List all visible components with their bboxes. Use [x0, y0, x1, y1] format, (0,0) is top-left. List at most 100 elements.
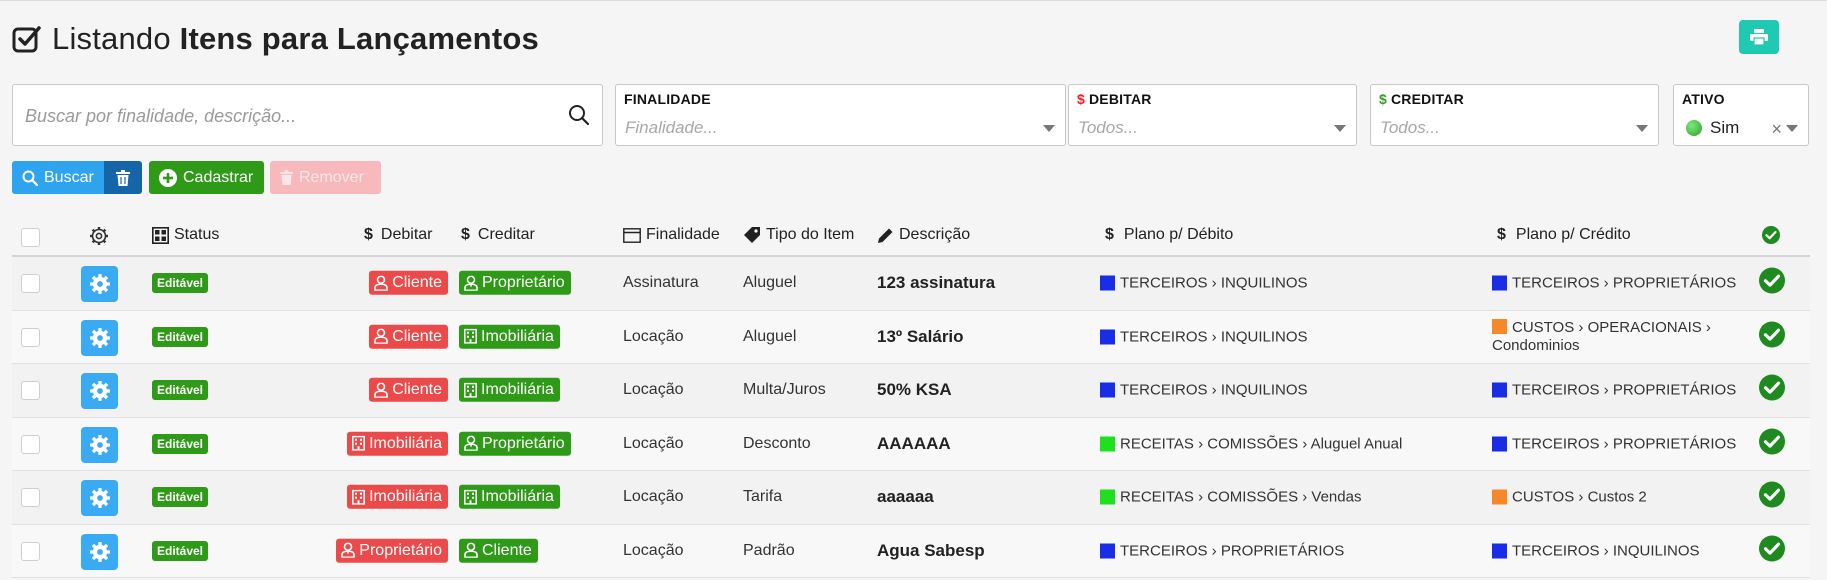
column-tipo[interactable]: Tipo do Item [743, 226, 854, 244]
table-row[interactable]: Editável Cliente Imobiliária Locação Mul… [12, 364, 1810, 418]
finalidade-cell: Locação [623, 327, 684, 345]
column-creditar[interactable]: $ Creditar [461, 226, 535, 244]
row-settings-button[interactable] [81, 533, 118, 570]
column-active[interactable] [1762, 226, 1785, 244]
creditar-tag: Cliente [459, 538, 538, 563]
chevron-down-icon[interactable] [1043, 125, 1055, 132]
remove-button[interactable]: Remover [270, 161, 381, 194]
tipo-cell: Tarifa [743, 488, 783, 506]
check-circle-icon [1759, 428, 1785, 455]
row-settings-button[interactable] [81, 426, 118, 463]
descricao-cell[interactable]: 123 assinatura [877, 273, 995, 293]
ativo-value-text: Sim [1710, 118, 1740, 137]
table-row[interactable]: Editável Cliente Imobiliária Locação Alu… [12, 310, 1810, 364]
finalidade-placeholder: Finalidade... [625, 118, 718, 137]
check-circle-icon [1759, 481, 1785, 508]
row-checkbox[interactable] [21, 327, 40, 347]
gear-icon [89, 488, 110, 508]
column-settings[interactable] [89, 226, 114, 246]
pencil-icon [878, 228, 893, 243]
finalidade-select[interactable]: FINALIDADE Finalidade... [615, 84, 1066, 146]
dollar-icon: $ [1077, 91, 1085, 107]
clear-icon[interactable]: × [1771, 119, 1782, 140]
select-all-checkbox[interactable] [21, 228, 40, 247]
row-checkbox[interactable] [21, 434, 40, 454]
column-tipo-label: Tipo do Item [766, 226, 855, 243]
chevron-down-icon[interactable] [1786, 125, 1798, 132]
descricao-cell[interactable]: Agua Sabesp [877, 541, 985, 561]
column-plano-credito[interactable]: $ Plano p/ Crédito [1497, 226, 1631, 244]
plano-credito-cell: TERCEIROS › PROPRIETÁRIOS [1492, 382, 1736, 399]
row-settings-button[interactable] [81, 373, 118, 409]
active-icon[interactable] [1759, 428, 1785, 459]
table-row[interactable]: Editável Imobiliária Imobiliária Locação… [12, 471, 1810, 525]
column-finalidade[interactable]: Finalidade [623, 226, 720, 244]
active-icon[interactable] [1759, 481, 1785, 513]
finalidade-cell: Locação [623, 381, 684, 399]
user-icon [374, 329, 388, 344]
color-swatch [1100, 382, 1115, 398]
debitar-label: DEBITAR [1089, 91, 1152, 107]
building-icon [352, 489, 366, 505]
search-button[interactable]: Buscar [12, 161, 104, 194]
debitar-select[interactable]: $ DEBITAR Todos... [1068, 84, 1357, 146]
active-icon[interactable] [1759, 535, 1785, 566]
column-plano-debito[interactable]: $ Plano p/ Débito [1105, 226, 1233, 244]
column-descricao[interactable]: Descrição [877, 226, 970, 244]
row-checkbox[interactable] [21, 488, 40, 507]
search-icon[interactable] [568, 104, 590, 126]
descricao-cell[interactable]: AAAAAA [877, 434, 951, 454]
row-checkbox[interactable] [21, 381, 40, 400]
checkbox[interactable] [21, 228, 40, 247]
chevron-down-icon[interactable] [1636, 125, 1648, 132]
row-checkbox[interactable] [21, 541, 40, 561]
descricao-cell[interactable]: 13º Salário [877, 327, 964, 347]
building-icon [464, 382, 477, 398]
plano-debito-cell: RECEITAS › COMISSÕES › Aluguel Anual [1100, 435, 1402, 452]
plano-debito-label: TERCEIROS › INQUILINOS [1120, 274, 1308, 292]
column-debitar[interactable]: $ Debitar [364, 226, 432, 244]
table-header: Status $ Debitar $ Creditar Finalidade Tip… [12, 216, 1810, 257]
row-checkbox[interactable] [21, 274, 40, 293]
active-icon[interactable] [1759, 321, 1785, 352]
debitar-cell: Imobiliária [347, 431, 448, 457]
table-row[interactable]: Editável Cliente Proprietário Assinatura… [12, 257, 1810, 311]
ativo-select[interactable]: ATIVO Sim × [1673, 84, 1809, 146]
column-status-label: Status [174, 226, 220, 243]
color-swatch [1492, 543, 1507, 559]
plano-credito-label: TERCEIROS › INQUILINOS [1512, 542, 1700, 560]
debitar-cell: Cliente [369, 271, 448, 296]
plano-debito-label: TERCEIROS › PROPRIETÁRIOS [1120, 542, 1345, 560]
add-button[interactable]: Cadastrar [149, 161, 264, 194]
active-icon[interactable] [1759, 374, 1785, 406]
print-button[interactable] [1739, 20, 1779, 54]
user-tie-icon [464, 275, 478, 291]
gear-icon [89, 434, 110, 455]
table-row[interactable]: Editável Proprietário Cliente Locação Pa… [12, 524, 1810, 578]
row-settings-button[interactable] [81, 266, 118, 302]
creditar-select[interactable]: $ CREDITAR Todos... [1370, 84, 1659, 146]
debitar-tag: Cliente [369, 378, 448, 402]
creditar-cell: Imobiliária [459, 485, 560, 510]
debitar-tag-label: Proprietário [359, 541, 442, 559]
chevron-down-icon[interactable] [1334, 125, 1346, 132]
status-badge: Editável [152, 433, 209, 454]
row-settings-button[interactable] [81, 480, 118, 516]
column-status[interactable]: Status [152, 226, 219, 244]
user-icon [374, 382, 388, 398]
table-row[interactable]: Editável Imobiliária Proprietário Locaçã… [12, 417, 1810, 471]
user-icon [464, 543, 478, 558]
clear-filters-button[interactable] [104, 161, 142, 194]
search-input[interactable]: Buscar por finalidade, descrição... [12, 84, 603, 146]
color-swatch [1492, 275, 1507, 291]
row-settings-button[interactable] [81, 319, 118, 356]
creditar-placeholder: Todos... [1380, 118, 1440, 137]
descricao-cell[interactable]: 50% KSA [877, 380, 952, 400]
dollar-icon: $ [461, 226, 470, 243]
creditar-tag: Imobiliária [459, 485, 560, 509]
descricao-cell[interactable]: aaaaaa [877, 487, 934, 507]
debitar-cell: Proprietário [336, 538, 448, 564]
tag-icon [744, 227, 760, 243]
gear-icon[interactable] [89, 226, 109, 246]
active-icon[interactable] [1759, 267, 1785, 299]
